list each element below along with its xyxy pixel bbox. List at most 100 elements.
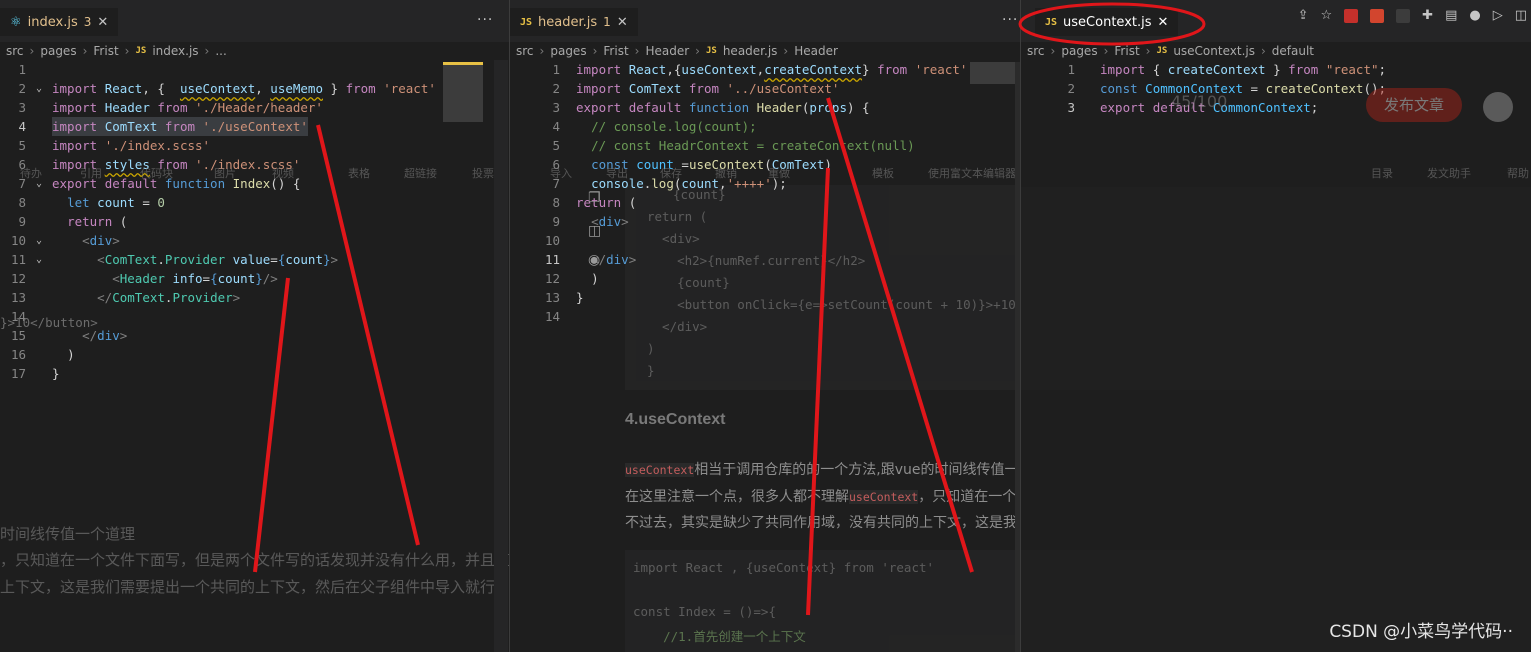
line-number: 12 [544,271,560,286]
ghost-toolbar-item: 导出 [606,167,628,180]
code-line: 2 ⌄ import React, { useContext, useMemo } … [0,79,509,98]
breadcrumb-item[interactable]: ... [215,44,226,58]
more-actions-icon[interactable]: ··· [1002,12,1018,28]
code-text: return ( [67,214,128,229]
ghost-toolbar-item: 图片 [214,167,236,180]
breadcrumb-item[interactable]: pages [40,44,76,58]
line-number: 17 [10,366,26,381]
breadcrumb-item[interactable]: default [1272,44,1314,58]
account-icon[interactable]: ● [1469,8,1480,23]
code-text: <div> [591,214,629,229]
breadcrumb-item[interactable]: header.js [723,44,778,58]
ghost-article-line: ，只知道在一个文件下面写，但是两个文件写的话发现并没有什么用，并且值传 [0,551,509,569]
code-text: } [576,290,584,305]
minimap[interactable] [970,62,1018,84]
avatar[interactable] [1483,92,1513,122]
sidebar-icon[interactable]: ▤ [1445,8,1457,23]
code-line: 2 import ComText from '../useContext' [510,79,1020,98]
split-editor-icon[interactable]: ◫ [1515,8,1527,23]
code-line: 4 // console.log(count); [510,117,1020,136]
more-actions-icon[interactable]: ··· [477,12,493,28]
close-icon[interactable]: ✕ [97,15,108,30]
code-line: 1 import React,{useContext,createContext}… [510,60,1020,79]
breadcrumb-item[interactable]: pages [1061,44,1097,58]
word-count: 45/100 [1171,92,1228,111]
split-view-icon[interactable]: ◫ [588,223,601,239]
line-number: 11 [10,252,26,267]
fold-chevron-icon[interactable]: ⌄ [36,231,42,250]
chevron-right-icon: › [695,44,700,58]
code-text: ) [67,347,75,362]
code-text: import ComText from '../useContext' [576,81,840,96]
chevron-right-icon: › [539,44,545,58]
line-number: 8 [552,195,560,210]
extension-icon[interactable] [1396,8,1411,23]
breadcrumb: src › pages › Frist › JS useContext.js › default [1021,42,1531,60]
editor-pane-index: ⚛ index.js 3 ✕ ··· src › pages › Frist › JS ind… [0,0,509,652]
copy-icon[interactable]: ❐ [588,190,601,206]
close-icon[interactable]: ✕ [617,15,628,30]
react-icon: ⚛ [10,14,22,30]
line-number: 3 [552,100,560,115]
code-text: // const HeadrContext = createContext(nu… [591,138,915,153]
scrollbar[interactable] [494,60,508,652]
code-text: import ComText from './useContext' [52,117,308,136]
code-line: 4 import ComText from './useContext' [0,117,509,136]
tab-usecontext-js[interactable]: JS useContext.js ✕ [1035,8,1179,36]
js-file-icon: JS [135,46,147,56]
breadcrumb-item[interactable]: Header [794,44,838,58]
ghost-code-line: } [647,363,655,378]
breadcrumb-item[interactable]: Header [645,44,689,58]
line-number: 3 [1067,100,1075,115]
breadcrumb-item[interactable]: useContext.js [1173,44,1255,58]
publish-button[interactable]: 发布文章 [1366,88,1462,122]
extension-icon[interactable] [1344,8,1359,23]
fold-chevron-icon[interactable]: ⌄ [36,79,42,98]
share-icon[interactable]: ⇪ [1298,8,1309,23]
chevron-right-icon: › [204,44,210,58]
breadcrumb-item[interactable]: src [516,44,534,58]
ghost-code-line: import React , {useContext} from 'react' [633,560,935,575]
line-number: 8 [18,195,26,210]
line-number: 1 [552,62,560,77]
tab-index-js[interactable]: ⚛ index.js 3 ✕ [0,8,119,36]
line-number: 14 [544,309,560,324]
line-number: 9 [18,214,26,229]
breadcrumb-item[interactable]: index.js [152,44,198,58]
code-line: 12 ) [510,269,1020,288]
code-line: 12 <Header info={count}/> [0,269,509,288]
extension-icon[interactable] [1370,8,1385,23]
breadcrumb-item[interactable]: src [1027,44,1045,58]
inline-code: useContext [625,463,695,477]
run-icon[interactable]: ▷ [1493,8,1503,23]
code-line: 1 import { createContext } from "react"; [1021,60,1531,79]
chevron-right-icon: › [124,44,130,58]
star-icon[interactable]: ☆ [1321,8,1333,23]
js-file-icon: JS [520,16,533,28]
code-line: 3 export default function Header(props) { [510,98,1020,117]
code-text: ) [591,271,599,286]
tab-header-js[interactable]: JS header.js 1 ✕ [510,8,638,36]
breadcrumb-item[interactable]: Frist [1114,44,1139,58]
minimap[interactable] [443,62,483,122]
ghost-toolbar-item: 保存 [660,167,682,180]
preview-eye-icon[interactable]: ◉ [588,252,600,268]
code-line: 14 [510,307,1020,326]
puzzle-icon[interactable]: ✚ [1422,8,1433,23]
editor-actions: ⇪ ☆ ✚ ▤ ● ▷ ◫ [1298,8,1527,23]
ghost-toolbar-item: 超链接 [404,167,437,180]
close-icon[interactable]: ✕ [1158,15,1169,30]
line-number: 1 [1067,62,1075,77]
fold-chevron-icon[interactable]: ⌄ [36,250,42,269]
breadcrumb: src › pages › Frist › JS index.js ›... [0,42,509,60]
code-text: // console.log(count); [591,119,757,134]
chevron-right-icon: › [1145,44,1151,58]
chevron-right-icon: › [82,44,88,58]
ghost-toolbar-item: 模板 [872,167,894,180]
chevron-right-icon: › [634,44,640,58]
breadcrumb-item[interactable]: Frist [603,44,628,58]
line-number: 16 [10,347,26,362]
breadcrumb-item[interactable]: src [6,44,24,58]
breadcrumb-item[interactable]: pages [550,44,586,58]
breadcrumb-item[interactable]: Frist [93,44,118,58]
